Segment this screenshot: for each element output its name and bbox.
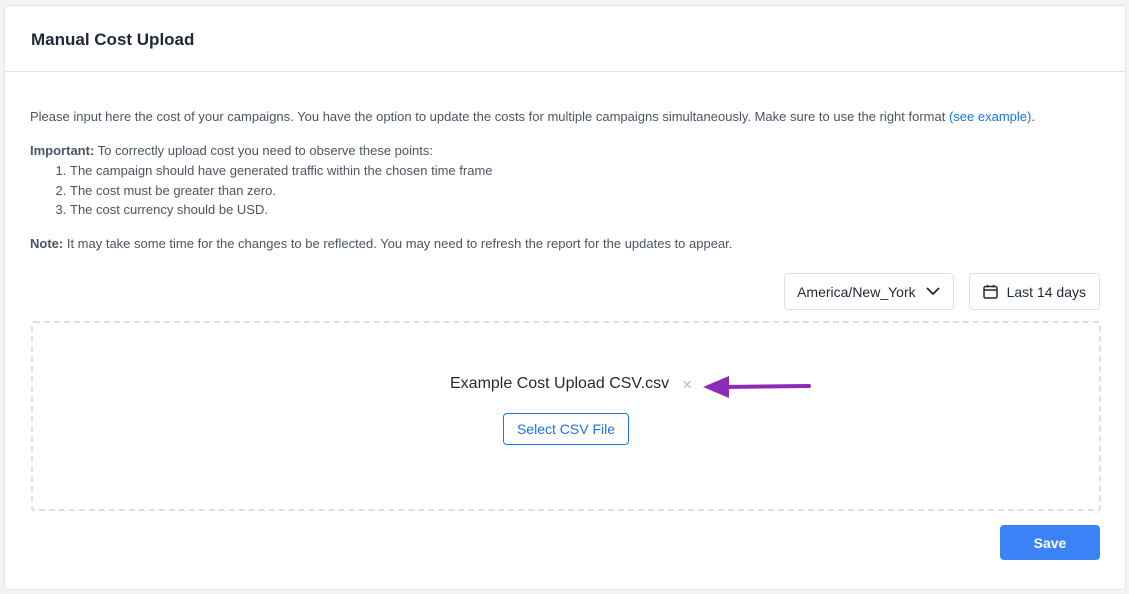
arrow-left-icon (701, 375, 813, 404)
note-label: Note: (30, 235, 64, 251)
card-body: Please input here the cost of your campa… (5, 72, 1125, 253)
important-paragraph: Important: To correctly upload cost you … (30, 141, 1100, 160)
list-item: The campaign should have generated traff… (70, 161, 1100, 181)
important-text: To correctly upload cost you need to obs… (94, 143, 433, 158)
page-title: Manual Cost Upload (31, 30, 195, 49)
list-item: The cost must be greater than zero. (70, 181, 1100, 201)
report-controls: America/New_York Last 14 days (784, 273, 1100, 310)
note-text: It may take some time for the changes to… (63, 235, 733, 251)
manual-cost-upload-card: Manual Cost Upload Please input here the… (4, 5, 1126, 590)
date-range-button[interactable]: Last 14 days (968, 273, 1100, 310)
calendar-icon (982, 284, 998, 299)
requirements-list: The campaign should have generated traff… (30, 161, 1100, 220)
see-example-link[interactable]: (see example) (949, 109, 1031, 124)
card-header: Manual Cost Upload (5, 6, 1125, 72)
important-label: Important: (30, 143, 95, 158)
selected-file: Example Cost Upload CSV.csv × (33, 375, 1099, 393)
intro-end: . (1031, 109, 1035, 124)
intro-text: Please input here the cost of your campa… (30, 109, 949, 124)
save-button[interactable]: Save (1000, 525, 1100, 560)
timezone-value: America/New_York (797, 283, 916, 300)
chevron-down-icon (926, 287, 940, 296)
intro-paragraph: Please input here the cost of your campa… (30, 107, 1100, 126)
close-icon[interactable]: × (682, 376, 692, 393)
select-csv-file-button[interactable]: Select CSV File (503, 413, 629, 445)
csv-dropzone[interactable]: Example Cost Upload CSV.csv × Select CSV… (31, 321, 1101, 511)
file-name: Example Cost Upload CSV.csv (450, 375, 670, 392)
timezone-select[interactable]: America/New_York (784, 273, 954, 310)
date-range-value: Last 14 days (1006, 283, 1086, 300)
list-item: The cost currency should be USD. (70, 200, 1100, 220)
note-paragraph: Note: It may take some time for the chan… (30, 234, 1100, 253)
